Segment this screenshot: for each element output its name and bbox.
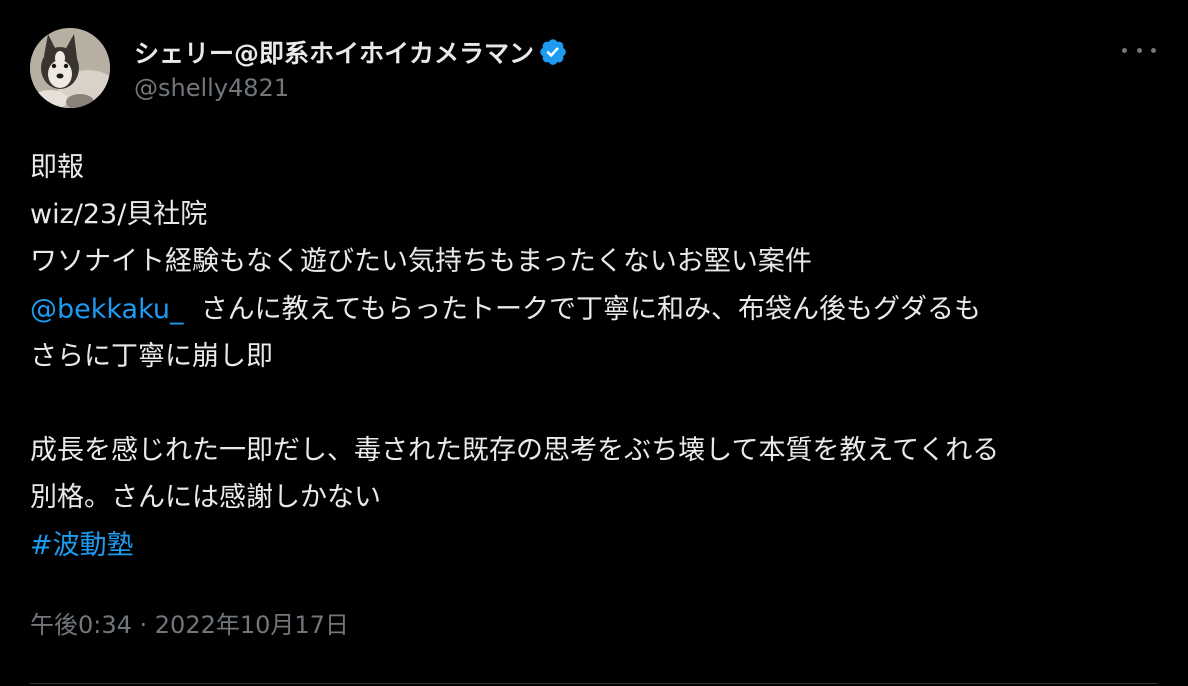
tweet-line: 別格。さんには感謝しかない [30,482,381,514]
tweet-line: ワソナイト経験もなく遊びたい気持ちもまったくないお堅い案件 [30,246,812,278]
tweet-line: wiz/23/貝社院 [30,199,208,231]
husky-dog-avatar-icon [30,28,110,108]
more-dot [1122,47,1127,53]
more-horizontal-icon[interactable] [1122,40,1156,60]
display-name[interactable]: シェリー@即系ホイホイカメラマン [134,34,534,70]
tweet-text: 即報 wiz/23/貝社院 ワソナイト経験もなく遊びたい気持ちもまったくないお堅… [30,144,1170,569]
mention-link[interactable]: @bekkaku_ [30,294,184,325]
tweet-line: 即報 [30,152,84,183]
tweet-line: @bekkaku_ さんに教えてもらったトークで丁寧に和み、布袋ん後もグダるも [30,286,1170,333]
hashtag-link[interactable]: #波動塾 [30,530,134,561]
avatar[interactable] [30,28,110,108]
tweet-card: シェリー@即系ホイホイカメラマン @shelly4821 即報 wiz/23/貝… [0,0,1188,686]
more-dot [1136,47,1142,53]
tweet-line-text: さんに教えてもらったトークで丁寧に和み、布袋ん後もグダるも [200,293,981,325]
author-info: シェリー@即系ホイホイカメラマン @shelly4821 [134,32,568,102]
tweet-line: さらに丁寧に崩し即 [30,340,273,372]
more-dot [1151,47,1156,53]
display-name-row: シェリー@即系ホイホイカメラマン [134,32,568,72]
tweet-line: 成長を感じれた一即だし、毒された既存の思考をぶち壊して本質を教えてくれる [30,435,1000,467]
tweet-timestamp[interactable]: 午後0:34 · 2022年10月17日 [30,605,349,640]
divider [30,683,1158,684]
tweet-line: #波動塾 [30,522,1170,569]
verified-badge-icon[interactable] [538,37,568,67]
tweet-header: シェリー@即系ホイホイカメラマン @shelly4821 [30,28,1158,110]
user-handle[interactable]: @shelly4821 [134,74,568,102]
